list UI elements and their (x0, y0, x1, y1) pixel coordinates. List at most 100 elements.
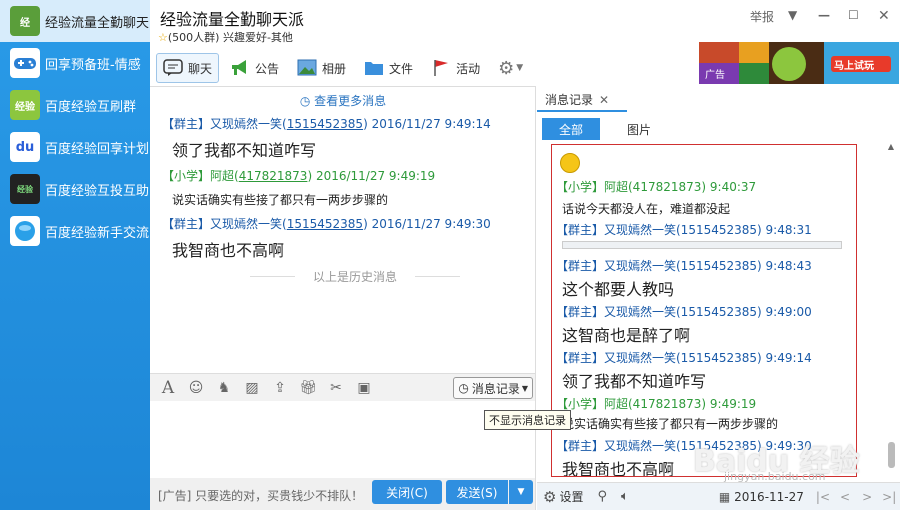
gamepad-icon (10, 48, 40, 78)
message-sender[interactable]: 阿超 (210, 169, 234, 183)
report-link[interactable]: 举报 (750, 8, 774, 25)
gear-icon[interactable]: ⚙ (543, 488, 556, 506)
view-more-messages-link[interactable]: ◷ 查看更多消息 (150, 92, 536, 109)
record-text: 领了我都不知道咋写 (562, 372, 707, 391)
more-tools-icon[interactable]: ▣ (354, 379, 374, 397)
upload-icon[interactable]: ⇪ (270, 379, 290, 397)
sidebar-item-0[interactable]: 经 经验流量全勤聊天 (0, 0, 150, 42)
speaker-icon[interactable]: 🔈︎ (621, 489, 629, 504)
tab-label: 公告 (255, 61, 280, 76)
chevron-down-icon: ▼ (517, 487, 525, 497)
emoji-icon[interactable]: ☺ (186, 379, 206, 397)
baidu-paw-icon: du (10, 132, 40, 162)
tab-chat[interactable]: 聊天 (156, 53, 220, 83)
message-input[interactable] (150, 401, 536, 478)
maximize-icon[interactable]: ☐ (848, 8, 859, 22)
history-divider: 以上是历史消息 (250, 268, 460, 285)
first-page-icon[interactable]: |< (816, 490, 830, 504)
tab-album[interactable]: 相册 (290, 53, 353, 83)
sidebar-item-1[interactable]: 回享预备班-情感 (0, 42, 150, 84)
experience-logo-icon: 经验 (10, 90, 40, 120)
message-sender[interactable]: 又现嫣然一笑 (210, 117, 282, 131)
chevron-down-icon: ▼ (521, 383, 528, 393)
footer-ad-link[interactable]: [广告] 只要选的对，买贵钱少不排队！ (158, 487, 363, 504)
group-subtitle: ☆(500人群) 兴趣爱好-其他 (158, 29, 293, 45)
send-options-button[interactable]: ▼ (509, 480, 533, 504)
tab-files[interactable]: 文件 (357, 53, 420, 83)
message-text: 领了我都不知道咋写 (172, 141, 317, 160)
message-qq[interactable]: 1515452385 (287, 217, 363, 231)
tab-label: 聊天 (188, 61, 213, 76)
settings-link[interactable]: 设置 (559, 488, 583, 505)
dropdown-icon[interactable]: ▼ (788, 8, 797, 22)
header-tabs: 聊天 公告 相册 文件 活动 ⚙ ▼ (156, 52, 534, 84)
group-sidebar: 经 经验流量全勤聊天 回享预备班-情感 经验 百度经验互刷群 du 百度经验回享… (0, 0, 150, 510)
record-header: 【小学】阿超(417821873) 9:49:19 (556, 397, 757, 411)
sidebar-item-4[interactable]: 经验 百度经验互投互助 (0, 168, 150, 210)
tab-activity[interactable]: 活动 (424, 53, 487, 83)
tab-images[interactable]: 图片 (610, 118, 668, 140)
next-page-icon[interactable]: > (862, 490, 872, 504)
tab-label: 相册 (322, 61, 347, 76)
history-record-list: 【小学】阿超(417821873) 9:40:37 话说今天都没人在，难道都没起… (551, 144, 857, 477)
prev-page-icon[interactable]: < (840, 490, 850, 504)
last-page-icon[interactable]: >| (882, 490, 896, 504)
tab-message-history[interactable]: 消息记录 ✕ (537, 86, 627, 112)
message-qq[interactable]: 417821873 (239, 169, 308, 183)
message-qq[interactable]: 1515452385 (287, 117, 363, 131)
record-text: 这智商也是醉了啊 (562, 326, 691, 345)
dark-logo-icon: 经验 (10, 174, 40, 204)
send-button[interactable]: 发送(S) (446, 480, 508, 504)
minimize-icon[interactable]: — (818, 8, 830, 22)
experience-group-icon: 经 (10, 6, 40, 36)
close-window-icon[interactable]: ✕ (878, 8, 890, 24)
game-ad-banner[interactable]: 广告 马上试玩 (699, 42, 899, 84)
image-icon[interactable]: ▨ (242, 379, 262, 397)
calendar-icon[interactable]: ▦ (719, 490, 730, 504)
scissors-icon[interactable]: ✂ (326, 379, 346, 397)
record-text: 话说今天都没人在，难道都没起 (562, 202, 731, 216)
ad-label: 广告 (705, 70, 725, 81)
scrollbar-thumb[interactable] (888, 442, 895, 468)
message-text: 说实话确实有些接了都只有一两步步骤的 (172, 193, 389, 207)
message-sender[interactable]: 又现嫣然一笑 (210, 217, 282, 231)
message-history-button[interactable]: ◷ 消息记录 ▼ (453, 377, 533, 399)
history-date[interactable]: 2016-11-27 (734, 490, 804, 504)
sidebar-item-label: 百度经验互投互助 (45, 183, 150, 199)
input-toolbar: A ☺ ♞ ▨ ⇪ 🎁︎ ✂ ▣ ◷ 消息记录 ▼ (150, 373, 536, 401)
history-scrollbar[interactable] (886, 144, 896, 474)
ad-cta-button[interactable]: 马上试玩 (834, 57, 874, 72)
gift-icon[interactable]: 🎁︎ (298, 379, 318, 397)
magic-emoji-icon[interactable]: ♞ (214, 379, 234, 397)
search-icon[interactable]: ⚲ (597, 489, 607, 504)
sidebar-item-5[interactable]: 百度经验新手交流 (0, 210, 150, 252)
record-text: 这个都要人教吗 (562, 280, 675, 299)
chevron-down-icon: ▼ (516, 63, 524, 73)
history-filter-tabs: 全部 图片 (542, 118, 678, 140)
tab-notice[interactable]: 公告 (223, 53, 286, 83)
font-icon[interactable]: A (158, 378, 178, 398)
chat-bubble-icon (163, 59, 183, 76)
chat-messages: ◷ 查看更多消息 【群主】又现嫣然一笑(1515452385) 2016/11/… (150, 86, 536, 373)
sidebar-item-3[interactable]: du 百度经验回享计划 (0, 126, 150, 168)
message-time: 2016/11/27 9:49:14 (371, 117, 491, 131)
record-screenshot-thumbnail[interactable] (562, 241, 842, 249)
history-bottom-bar: ⚙ 设置 ⚲ 🔈︎ ▦ 2016-11-27 |< < > >| (537, 482, 900, 510)
sidebar-item-2[interactable]: 经验 百度经验互刷群 (0, 84, 150, 126)
record-header: 【群主】又现嫣然一笑(1515452385) 9:48:43 (556, 259, 812, 273)
sidebar-item-label: 百度经验新手交流 (45, 225, 150, 241)
message-time: 2016/11/27 9:49:30 (371, 217, 491, 231)
close-button[interactable]: 关闭(C) (372, 480, 442, 504)
close-icon[interactable]: ✕ (599, 93, 609, 107)
record-header: 【小学】阿超(417821873) 9:40:37 (556, 180, 757, 194)
message-header: 【小学】阿超(417821873) 2016/11/27 9:49:19 (162, 169, 436, 183)
clock-icon: ◷ (458, 381, 469, 395)
record-header: 【群主】又现嫣然一笑(1515452385) 9:49:00 (556, 305, 812, 319)
tab-all[interactable]: 全部 (542, 118, 600, 140)
folder-icon (365, 62, 384, 75)
message-header: 【群主】又现嫣然一笑(1515452385) 2016/11/27 9:49:1… (162, 117, 491, 131)
message-role: 【小学】 (162, 169, 211, 183)
star-icon: ☆ (158, 31, 168, 44)
view-more-label: 查看更多消息 (314, 94, 387, 108)
more-settings-button[interactable]: ⚙ ▼ (491, 53, 530, 83)
